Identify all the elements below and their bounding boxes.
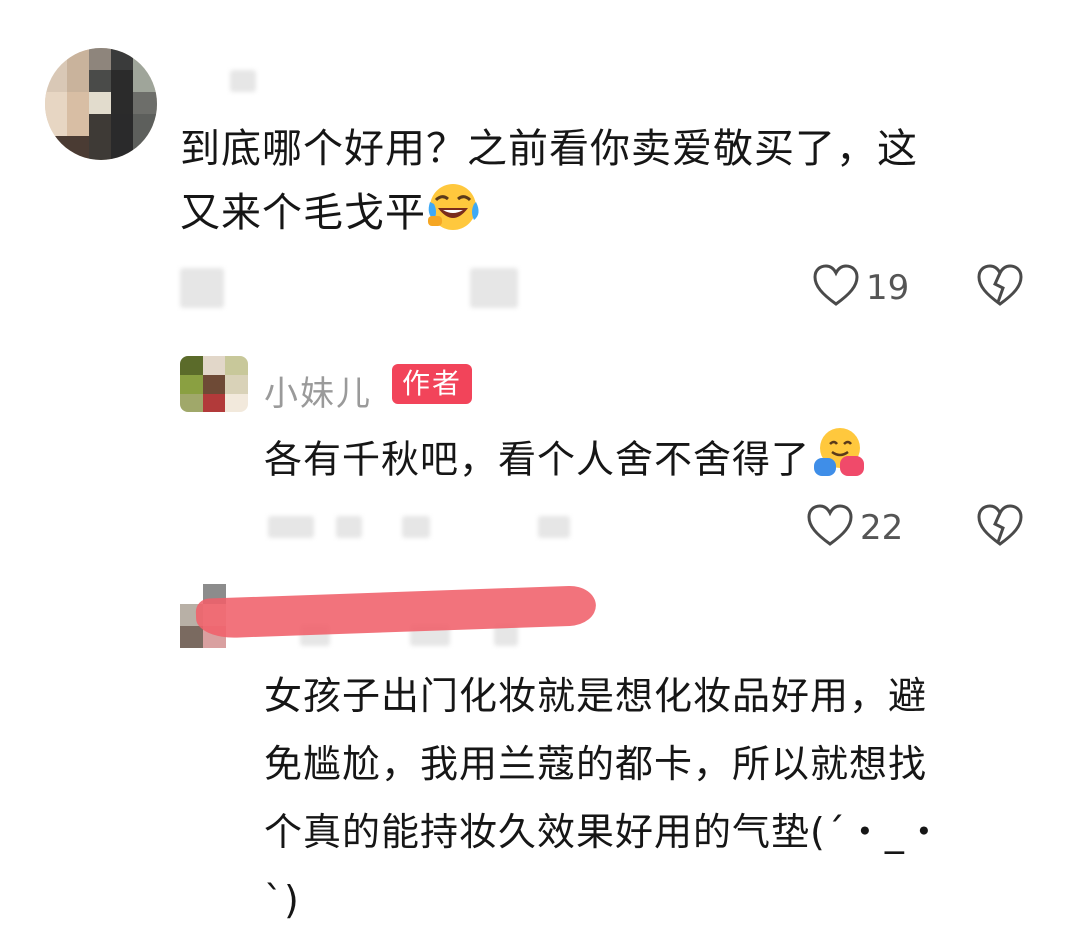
comment-line-2: 又来个毛戈平 (180, 190, 426, 236)
reply2-line-2: 免尴尬，我用兰蔻的都卡，所以就想找 (264, 742, 928, 786)
reply-like-heart-icon[interactable] (806, 504, 854, 548)
hugging-face-emoji-icon (810, 424, 868, 500)
meta-redacted (180, 268, 224, 308)
grinning-squinting-tears-emoji-icon (426, 180, 484, 250)
comment-line-1: 到底哪个好用？之前看你卖爱敬买了，这 (180, 126, 918, 172)
reply-text-row: 各有千秋吧，看个人舍不舍得了 (264, 424, 1064, 500)
reply-like-count: 22 (860, 508, 904, 548)
comment-line-2-row: 又来个毛戈平 (180, 180, 1060, 250)
dislike-broken-heart-icon[interactable] (976, 264, 1024, 308)
reply-meta-redacted-1 (268, 516, 314, 538)
reply2-line-4: ˋ) (264, 878, 300, 922)
author-username[interactable]: 小妹儿 (264, 366, 372, 415)
comment-text: 到底哪个好用？之前看你卖爱敬买了，这 又来个毛戈平 (180, 118, 1060, 250)
reply-redacted (470, 268, 518, 308)
author-badge: 作者 (392, 364, 473, 404)
reply-meta-redacted-3 (402, 516, 430, 538)
redaction-mark (195, 585, 597, 639)
author-avatar[interactable] (180, 356, 248, 412)
reply2-text: 女孩子出门化妆就是想化妆品好用，避 免尴尬，我用兰蔻的都卡，所以就想找 个真的能… (264, 662, 1064, 934)
reply2-line-1: 女孩子出门化妆就是想化妆品好用，避 (264, 674, 928, 718)
username-redacted (230, 70, 256, 92)
reply-text: 各有千秋吧，看个人舍不舍得了 (264, 437, 811, 482)
like-heart-icon[interactable] (812, 264, 860, 308)
reply-meta-redacted-2 (336, 516, 362, 538)
avatar[interactable] (45, 48, 157, 160)
reply-dislike-broken-heart-icon[interactable] (976, 504, 1024, 548)
reply-meta-redacted-4 (538, 516, 570, 538)
reply2-line-3: 个真的能持妆久效果好用的气垫(ˊ・_・ (264, 810, 944, 854)
like-count: 19 (866, 268, 910, 308)
